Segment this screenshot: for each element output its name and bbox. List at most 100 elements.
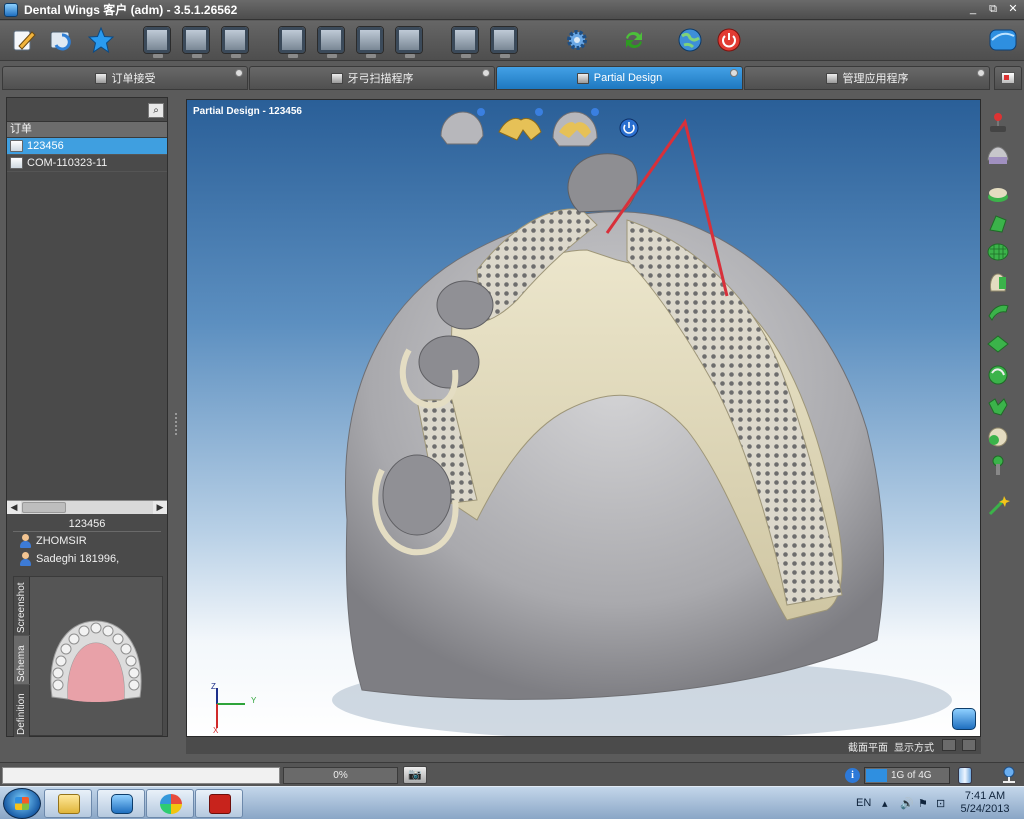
scroll-thumb[interactable] — [22, 502, 66, 513]
monitor-scan-2-icon[interactable] — [182, 26, 210, 58]
display-mode-label[interactable]: 显示方式 — [894, 739, 934, 754]
scanner-icon — [330, 72, 343, 84]
user-icon — [19, 552, 32, 566]
tab-arch-scanner[interactable]: 牙弓扫描程序 — [249, 66, 495, 90]
framework-view-icon[interactable] — [495, 106, 545, 150]
restore-button[interactable]: ⧉ — [986, 3, 1000, 16]
os-taskbar: EN ▴ 🔊 ⚑ ⊡ 7:41 AM 5/24/2013 — [0, 786, 1024, 819]
dental-wings-icon — [111, 794, 133, 814]
tab-partial-design[interactable]: Partial Design — [496, 66, 743, 90]
axis-z-label: Z — [211, 682, 216, 691]
memory-indicator: 1G of 4G — [864, 767, 950, 784]
refresh-icon[interactable] — [48, 26, 76, 54]
finish-tool-icon[interactable] — [986, 425, 1010, 447]
monitor-export-icon[interactable] — [490, 26, 518, 58]
flag-icon[interactable]: ⚑ — [918, 797, 928, 810]
tray-expand-icon[interactable]: ▴ — [882, 797, 888, 810]
bar-tool-icon[interactable] — [986, 300, 1010, 322]
pin-icon[interactable] — [482, 69, 490, 77]
power-icon[interactable] — [715, 26, 743, 54]
start-button[interactable] — [3, 788, 41, 819]
star-icon[interactable] — [87, 26, 115, 54]
memory-text: 1G of 4G — [891, 770, 932, 781]
retention-tool-icon[interactable] — [986, 395, 1010, 417]
app-icon — [4, 2, 18, 17]
order-row[interactable]: COM-110323-11 — [7, 155, 167, 172]
mesh-tool-icon[interactable] — [986, 241, 1010, 263]
tab-order-accept[interactable]: 订单接受 — [2, 66, 248, 90]
tab-admin-apps[interactable]: 管理应用程序 — [744, 66, 990, 90]
plate-tool-icon[interactable] — [986, 332, 1010, 354]
explorer-task-button[interactable] — [44, 789, 92, 818]
info-icon[interactable]: i — [845, 768, 860, 783]
horizontal-scrollbar[interactable]: ◀ ▶ — [7, 500, 167, 514]
minimize-button[interactable]: _ — [966, 3, 980, 16]
side-tab-label: Definition — [16, 693, 27, 735]
monitor-house-icon[interactable] — [451, 26, 479, 58]
monitor-design-3-icon[interactable] — [356, 26, 384, 58]
tab-schema[interactable]: Schema — [14, 636, 30, 684]
progress-field — [2, 767, 280, 784]
settings-gear-icon[interactable] — [563, 26, 591, 54]
tab-extra-button[interactable] — [994, 66, 1022, 90]
person-row: ZHOMSIR — [7, 532, 167, 550]
option-toggle[interactable] — [962, 739, 976, 751]
pin-icon[interactable] — [977, 69, 985, 77]
camera-icon[interactable]: 📷 — [403, 766, 427, 784]
scroll-right-icon[interactable]: ▶ — [153, 501, 167, 514]
window-icon — [1001, 72, 1015, 84]
section-plane-label[interactable]: 截面平面 — [848, 739, 888, 754]
pdf-task-button[interactable] — [195, 789, 243, 818]
layer-tool-icon[interactable] — [986, 183, 1010, 205]
module-tab-bar: 订单接受 牙弓扫描程序 Partial Design 管理应用程序 — [0, 66, 1024, 90]
clasp-tool-icon[interactable] — [986, 363, 1010, 385]
order-row[interactable]: 123456 — [7, 138, 167, 155]
viewport-title: Partial Design - 123456 — [193, 106, 302, 117]
database-icon[interactable] — [958, 767, 972, 784]
stone-model-tool-icon[interactable] — [986, 144, 1010, 166]
person-name: Sadeghi 181996, — [36, 553, 120, 565]
monitor-design-2-icon[interactable] — [317, 26, 345, 58]
stone-model-view-icon[interactable] — [437, 106, 485, 150]
combined-view-icon[interactable] — [549, 106, 601, 150]
right-tool-strip — [984, 104, 1012, 524]
search-icon[interactable]: ⌕ — [148, 103, 164, 118]
case-info: 123456 ZHOMSIR Sadeghi 181996, — [7, 516, 167, 568]
tab-screenshot[interactable]: Screenshot — [14, 577, 30, 635]
tooth-tool-icon[interactable] — [986, 271, 1010, 293]
magic-wand-icon[interactable] — [986, 494, 1010, 516]
clock[interactable]: 7:41 AM 5/24/2013 — [958, 790, 1012, 816]
language-indicator[interactable]: EN — [856, 797, 871, 809]
monitor-scan-3-icon[interactable] — [221, 26, 249, 58]
pin-tool-icon[interactable] — [986, 454, 1010, 476]
network-tray-icon[interactable]: ⊡ — [936, 797, 945, 810]
tab-definition[interactable]: Definition — [14, 685, 30, 737]
viewport-logo-icon[interactable] — [952, 708, 976, 730]
axis-gizmo — [216, 688, 245, 728]
pin-icon[interactable] — [730, 69, 738, 77]
viewport-power-icon[interactable] — [619, 118, 639, 138]
design-viewport[interactable]: Partial Design - 123456 Z Y X — [186, 99, 981, 737]
paint-task-button[interactable] — [146, 789, 194, 818]
pin-icon[interactable] — [235, 69, 243, 77]
globe-icon[interactable] — [676, 26, 704, 54]
option-toggle[interactable] — [942, 739, 956, 751]
partial-design-icon — [576, 72, 589, 84]
edit-order-icon[interactable] — [10, 26, 38, 54]
sync-icon[interactable] — [620, 26, 648, 54]
monitor-design-1-icon[interactable] — [278, 26, 306, 58]
app-logo-icon[interactable] — [988, 26, 1017, 54]
case-title: 123456 — [13, 516, 161, 532]
panel-splitter[interactable] — [170, 97, 182, 737]
dental-wings-task-button[interactable] — [97, 789, 145, 818]
monitor-design-4-icon[interactable] — [395, 26, 423, 58]
close-button[interactable]: ✕ — [1006, 3, 1020, 16]
partial-denture-3d-scene[interactable] — [187, 100, 981, 737]
connector-tool-icon[interactable] — [986, 212, 1010, 234]
joystick-icon[interactable] — [986, 112, 1010, 134]
scroll-left-icon[interactable]: ◀ — [7, 501, 21, 514]
left-panel: ⌕ 订单 123456 COM-110323-11 ◀ ▶ 123456 ZHO… — [6, 97, 168, 737]
monitor-scan-icon[interactable] — [143, 26, 171, 58]
network-icon[interactable] — [1000, 766, 1018, 784]
volume-icon[interactable]: 🔊 — [900, 797, 914, 810]
